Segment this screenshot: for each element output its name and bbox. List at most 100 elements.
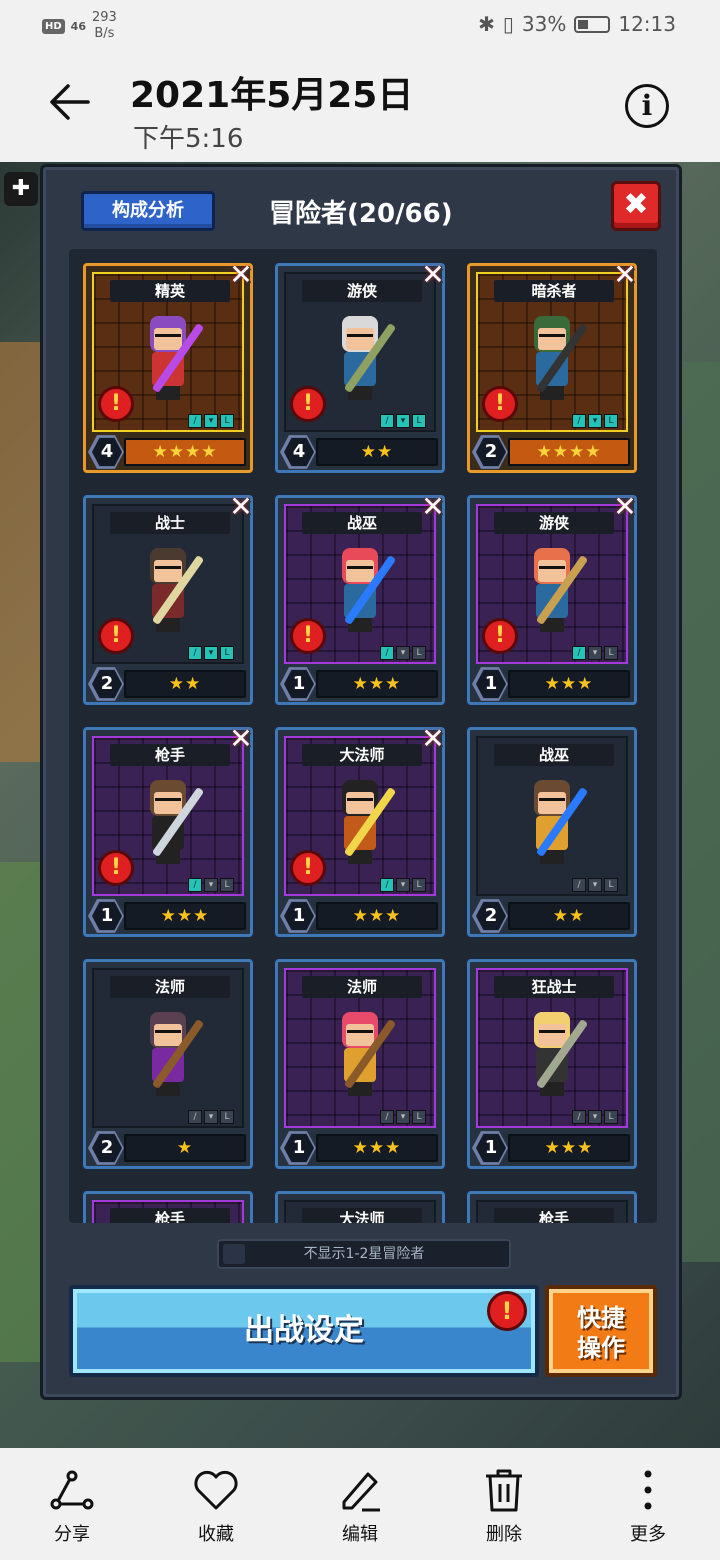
share-button[interactable]: 分享 <box>27 1466 117 1546</box>
character-sprite <box>326 1006 396 1102</box>
armor-slot-icon: ▾ <box>204 646 218 660</box>
weapon-slot-icon: / <box>380 414 394 428</box>
equipment-slots: / ▾ L <box>380 646 426 660</box>
portrait-frame: 法师 / ▾ L <box>284 968 436 1128</box>
network-speed: 293 B/s <box>91 10 117 41</box>
star-rating: ★ <box>124 1134 246 1162</box>
adventurer-card[interactable]: 战士! / ▾ L 2 ★★ ✕ <box>83 490 253 705</box>
portrait-frame: 游侠! / ▾ L <box>284 272 436 432</box>
class-label: 大法师 <box>302 1208 422 1223</box>
star-rating: ★★★ <box>508 1134 630 1162</box>
crossed-swords-icon[interactable]: ✕ <box>608 258 642 292</box>
class-label: 战巫 <box>302 512 422 534</box>
portrait-frame: 战巫! / ▾ L <box>284 504 436 664</box>
character-sprite <box>518 310 588 406</box>
star-rating: ★★★ <box>316 902 438 930</box>
info-icon[interactable]: i <box>625 84 669 128</box>
character-sprite <box>134 774 204 870</box>
crossed-swords-icon[interactable]: ✕ <box>416 722 450 756</box>
portrait-frame: 狂战士 / ▾ L <box>476 968 628 1128</box>
alert-icon: ! <box>482 618 518 654</box>
equipment-slots: / ▾ L <box>188 1110 234 1124</box>
armor-slot-icon: ▾ <box>204 1110 218 1124</box>
adventurer-card[interactable]: 法师 / ▾ L 1 ★★★ <box>275 959 445 1169</box>
armor-slot-icon: ▾ <box>396 1110 410 1124</box>
adventurer-card[interactable]: 精英! / ▾ L 4 ★★★★ ✕ <box>83 258 253 473</box>
sortie-settings-button[interactable]: 出战设定 <box>69 1285 539 1377</box>
adventurer-card[interactable]: 战巫! / ▾ L 1 ★★★ ✕ <box>275 490 445 705</box>
vibrate-icon: ▯ <box>502 12 514 36</box>
equipment-slots: / ▾ L <box>572 1110 618 1124</box>
quick-action-button[interactable]: 快捷 操作 <box>545 1285 657 1377</box>
alert-icon: ! <box>482 386 518 422</box>
class-label: 战巫 <box>494 744 614 766</box>
character-sprite <box>326 542 396 638</box>
adventurer-card[interactable]: 战巫 / ▾ L 2 ★★ <box>467 727 637 937</box>
boots-slot-icon: L <box>220 1110 234 1124</box>
more-vertical-icon <box>644 1470 652 1510</box>
crossed-swords-icon[interactable]: ✕ <box>224 722 258 756</box>
star-rating: ★★ <box>124 670 246 698</box>
adventurer-card[interactable]: 法师 / ▾ L 2 ★ <box>83 959 253 1169</box>
class-label: 游侠 <box>302 280 422 302</box>
boots-slot-icon: L <box>412 414 426 428</box>
toggle-switch[interactable] <box>223 1244 245 1264</box>
composition-analysis-button[interactable]: 构成分析 <box>81 191 215 231</box>
photo-time: 下午5:16 <box>133 124 244 154</box>
adventurer-card[interactable]: 游侠! / ▾ L 1 ★★★ ✕ <box>467 490 637 705</box>
crossed-swords-icon[interactable]: ✕ <box>416 490 450 524</box>
adventurer-grid[interactable]: 精英! / ▾ L 4 ★★★★ ✕ 游侠! / ▾ L 4 ★★ ✕ 暗杀者! / ▾ L 2 ★★★★ ✕ 战士! / ▾… <box>69 249 657 1223</box>
adventurer-card[interactable]: 暗杀者! / ▾ L 2 ★★★★ ✕ <box>467 258 637 473</box>
adventurer-card[interactable]: 枪手! / ▾ L 1 ★★★ ✕ <box>83 722 253 937</box>
adventurer-card[interactable]: 大法师! / ▾ L 1 ★★★ ✕ <box>275 722 445 937</box>
alert-icon: ! <box>290 386 326 422</box>
armor-slot-icon: ▾ <box>396 878 410 892</box>
adventurer-panel: 构成分析 冒险者(20/66) ✖ 精英! / ▾ L 4 ★★★★ ✕ 游侠! / ▾ L 4 ★★ ✕… <box>40 164 682 1400</box>
class-label: 法师 <box>110 976 230 998</box>
adventurer-card[interactable]: 狂战士 / ▾ L 1 ★★★ <box>467 959 637 1169</box>
boots-slot-icon: L <box>412 646 426 660</box>
adventurer-card[interactable]: 枪手/▾L <box>83 1191 253 1223</box>
boots-slot-icon: L <box>220 878 234 892</box>
puzzle-icon[interactable]: ✚ <box>4 172 38 206</box>
delete-button[interactable]: 删除 <box>459 1466 549 1546</box>
star-rating: ★★★ <box>316 670 438 698</box>
close-button[interactable]: ✖ <box>611 181 661 231</box>
level-badge: 4 <box>88 435 124 469</box>
portrait-frame: 游侠! / ▾ L <box>476 504 628 664</box>
trash-icon <box>486 1469 522 1512</box>
adventurer-card[interactable]: 游侠! / ▾ L 4 ★★ ✕ <box>275 258 445 473</box>
alert-icon: ! <box>98 850 134 886</box>
equipment-slots: / ▾ L <box>188 414 234 428</box>
class-label: 精英 <box>110 280 230 302</box>
level-badge: 1 <box>472 1131 508 1165</box>
portrait-frame: 暗杀者! / ▾ L <box>476 272 628 432</box>
weapon-slot-icon: / <box>572 414 586 428</box>
back-arrow-icon[interactable] <box>48 80 92 124</box>
heart-icon <box>194 1470 238 1510</box>
boots-slot-icon: L <box>604 646 618 660</box>
equipment-slots: / ▾ L <box>188 878 234 892</box>
adventurer-card[interactable]: 大法师/▾L <box>275 1191 445 1223</box>
alert-icon: ! <box>98 386 134 422</box>
edit-button[interactable]: 编辑 <box>315 1466 405 1546</box>
boots-slot-icon: L <box>220 646 234 660</box>
more-button[interactable]: 更多 <box>603 1466 693 1546</box>
level-badge: 2 <box>88 1131 124 1165</box>
adventurer-card[interactable]: 枪手/▾L <box>467 1191 637 1223</box>
portrait-frame: 枪手/▾L <box>476 1200 628 1223</box>
crossed-swords-icon[interactable]: ✕ <box>416 258 450 292</box>
armor-slot-icon: ▾ <box>588 1110 602 1124</box>
crossed-swords-icon[interactable]: ✕ <box>608 490 642 524</box>
hide-low-star-toggle[interactable]: 不显示1-2星冒险者 <box>217 1239 511 1269</box>
boots-slot-icon: L <box>604 1110 618 1124</box>
portrait-frame: 枪手/▾L <box>92 1200 244 1223</box>
portrait-frame: 战巫 / ▾ L <box>476 736 628 896</box>
crossed-swords-icon[interactable]: ✕ <box>224 258 258 292</box>
star-rating: ★★ <box>508 902 630 930</box>
crossed-swords-icon[interactable]: ✕ <box>224 490 258 524</box>
alert-icon: ! <box>290 618 326 654</box>
character-sprite <box>518 542 588 638</box>
favorite-button[interactable]: 收藏 <box>171 1466 261 1546</box>
level-badge: 2 <box>472 899 508 933</box>
